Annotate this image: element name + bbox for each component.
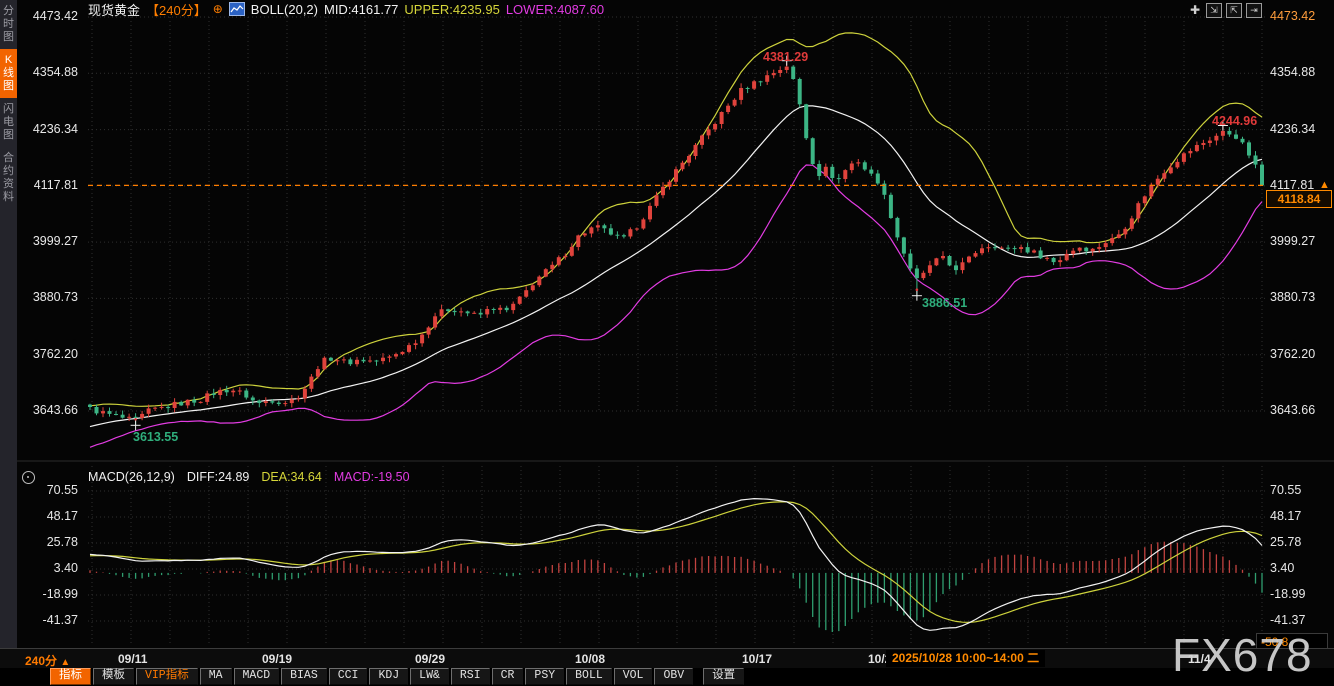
axis-label: 4354.88 (32, 65, 78, 80)
kline-chart-canvas[interactable] (0, 0, 1334, 648)
toolbar-button-BIAS[interactable]: BIAS (281, 668, 327, 685)
axis-label: -18.99 (1270, 587, 1306, 601)
axis-label: 25.78 (46, 535, 78, 549)
macd-diff-value: DIFF:24.89 (186, 470, 250, 484)
current-price-label: 4118.84 (1266, 190, 1332, 208)
sidebar-tab-timeshare[interactable]: 分时图 (0, 0, 17, 49)
toolbar-button-RSI[interactable]: RSI (450, 668, 490, 685)
axis-label: 3.40 (53, 560, 78, 575)
toolbar-button-KDJ[interactable]: KDJ (369, 668, 409, 685)
add-indicator-icon[interactable]: ⊕ (213, 2, 223, 16)
price-up-arrow-icon: ▲ (1319, 179, 1330, 191)
axis-label: -18.99 (42, 587, 78, 601)
axis-label: 4354.88 (1270, 65, 1316, 80)
toolbar-button-LW&[interactable]: LW& (410, 668, 449, 685)
macd-dea-value: DEA:34.64 (261, 470, 322, 484)
candle-time-tooltip: 2025/10/28 10:00~14:00 二 (886, 650, 1046, 667)
toolbar-button-VIP指标[interactable]: VIP指标 (136, 668, 198, 685)
toolbar-button-MA[interactable]: MA (199, 668, 232, 685)
date-tick-label: 09/29 (415, 652, 446, 666)
axis-label: 3643.66 (1270, 403, 1316, 417)
axis-label: -41.37 (42, 613, 78, 627)
axis-label: 4236.34 (32, 121, 78, 136)
sidebar-tab-lightning[interactable]: 闪电图 (0, 98, 17, 147)
sidebar-tab-contract-info[interactable]: 合约资料 (0, 147, 17, 209)
time-axis: 240分 ▲ 09/11 09/19 09/29 10/08 10/17 10/2 11/4… (0, 648, 1334, 669)
date-tick-label: 10/17 (742, 652, 773, 666)
annotation-low-3886: 3886.51 (922, 296, 968, 310)
boll-upper-value: UPPER:4235.95 (404, 1, 500, 17)
toolbar-button-BOLL[interactable]: BOLL (566, 668, 612, 685)
axis-label: 3643.66 (32, 403, 78, 417)
axis-label: 3762.20 (1270, 346, 1316, 361)
chart-tool-buttons: ✚ ⇲ ⇱ ⇥ (1188, 3, 1262, 18)
axis-label: 3999.27 (32, 234, 78, 249)
annotation-high-4381: 4381.29 (763, 50, 809, 64)
annotation-high-4244: 4244.96 (1212, 114, 1258, 128)
date-tick-label: 10/08 (575, 652, 606, 666)
axis-label: 70.55 (1270, 483, 1302, 497)
toolbar-button-OBV[interactable]: OBV (654, 668, 694, 685)
axis-label: 3880.73 (1270, 290, 1316, 305)
trading-app: 分时图 K线图 闪电图 合约资料 现货黄金 【240分】 ⊕ BOLL(20,2… (0, 0, 1334, 686)
axis-label: 4473.42 (32, 9, 78, 23)
go-latest-icon[interactable]: ⇥ (1246, 3, 1262, 18)
crosshair-move-icon[interactable]: ✚ (1188, 3, 1202, 17)
axis-label: 3999.27 (1270, 234, 1316, 249)
axis-label: 3880.73 (32, 290, 78, 305)
axis-label: -41.37 (1270, 613, 1306, 627)
axis-label: 4473.42 (1270, 9, 1316, 23)
boll-indicator-label: BOLL(20,2) (250, 1, 318, 17)
sidebar-tab-kline[interactable]: K线图 (0, 49, 17, 98)
date-tick-label: 09/11 (118, 652, 148, 666)
axis-label: 3762.20 (32, 346, 78, 361)
toolbar-button-模板[interactable]: 模板 (93, 668, 134, 685)
mini-chart-icon[interactable] (228, 2, 245, 16)
toolbar-button-MACD[interactable]: MACD (233, 668, 280, 685)
axis-label: 70.55 (46, 483, 78, 497)
axis-label: 4117.81 (33, 177, 78, 192)
axis-label: 48.17 (46, 508, 78, 523)
axis-label: 48.17 (1270, 508, 1302, 523)
boll-mid-value: MID:4161.77 (323, 1, 399, 17)
axis-label: 3.40 (1270, 560, 1295, 575)
date-tick-label: 09/19 (262, 652, 293, 666)
toolbar-button-PSY[interactable]: PSY (525, 668, 565, 685)
chart-header: 现货黄金 【240分】 ⊕ BOLL(20,2) MID:4161.77 UPP… (88, 1, 605, 18)
period-selector[interactable]: 240分 ▲ (25, 652, 70, 669)
period-dropdown-icon: ▲ (60, 657, 71, 668)
indicator-toolbar: 指标 模板 VIP指标 MA MACD BIAS CCI KDJ LW& RSI CR PSY BOLL… (0, 668, 1334, 686)
macd-header: MACD(26,12,9) DIFF:24.89 DEA:34.64 MACD:… (88, 470, 410, 484)
axis-label: 25.78 (1270, 535, 1302, 549)
toolbar-button-指标[interactable]: 指标 (50, 668, 91, 685)
toolbar-button-CR[interactable]: CR (491, 668, 524, 685)
axis-label: 4236.34 (1270, 121, 1316, 136)
toolbar-button-VOL[interactable]: VOL (613, 668, 653, 685)
symbol-name: 现货黄金 (88, 2, 141, 18)
toolbar-button-CCI[interactable]: CCI (328, 668, 368, 685)
macd-title: MACD(26,12,9) (88, 470, 175, 484)
macd-bar-value: MACD:-19.50 (333, 470, 410, 484)
axis-pan-icon[interactable]: ⇱ (1226, 3, 1242, 18)
chart-type-sidebar: 分时图 K线图 闪电图 合约资料 (0, 0, 17, 648)
period-label: 【240分】 (146, 2, 207, 18)
axis-zoom-icon[interactable]: ⇲ (1206, 3, 1222, 18)
toolbar-button-设置[interactable]: 设置 (703, 668, 745, 685)
boll-lower-value: LOWER:4087.60 (505, 1, 605, 17)
date-tick-label: 11/4 (1188, 652, 1211, 666)
annotation-low-3613: 3613.55 (133, 430, 179, 444)
